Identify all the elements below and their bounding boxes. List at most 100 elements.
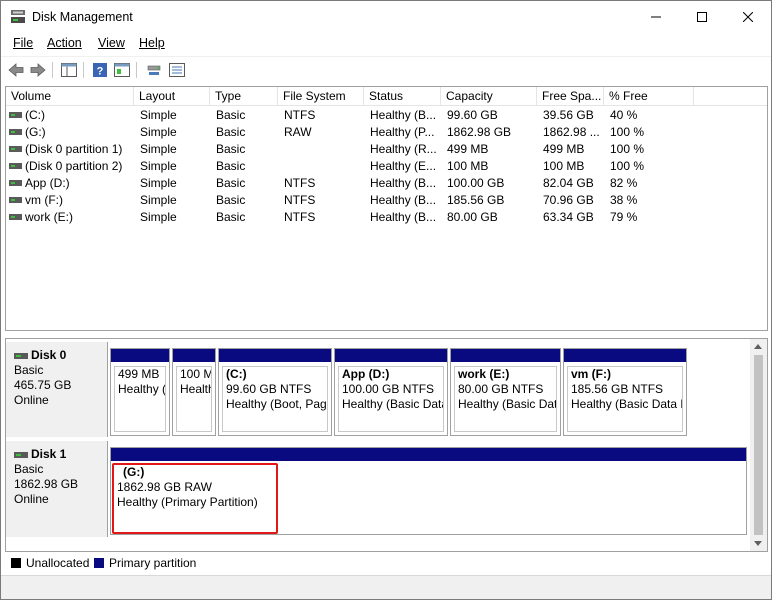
back-icon (8, 63, 24, 77)
vertical-scrollbar[interactable] (750, 339, 767, 551)
primary-partition-bar (173, 349, 215, 362)
show-hide-console-tree-button[interactable] (59, 60, 79, 80)
volume-icon (9, 112, 22, 118)
disk-management-window: Disk Management File Action View Help ? (0, 0, 772, 600)
table-cell: Basic (216, 159, 246, 173)
table-cell: Healthy (B... (370, 108, 437, 122)
partition-f-drive[interactable]: vm (F:) 185.56 GB NTFS Healthy (Basic Da… (563, 348, 687, 436)
partition-label: (C:) 99.60 GB NTFS Healthy (Boot, Pag (222, 366, 328, 432)
status-bar (1, 575, 771, 599)
table-cell: Basic (216, 108, 246, 122)
volume-icon (9, 129, 22, 135)
partition-size: 100.00 GB NTFS (342, 382, 435, 396)
partition-e-drive[interactable]: work (E:) 80.00 GB NTFS Healthy (Basic D… (450, 348, 561, 436)
volume-list[interactable]: Volume Layout Type File System Status Ca… (5, 86, 768, 331)
partition-name: (C:) (226, 367, 247, 381)
menu-view[interactable]: View (98, 36, 125, 50)
column-header-layout[interactable]: Layout (134, 87, 210, 106)
unallocated-swatch (11, 558, 21, 568)
list-view-button[interactable] (167, 60, 187, 80)
disk-0-name: Disk 0 (31, 348, 67, 362)
table-cell: 63.34 GB (543, 210, 594, 224)
primary-partition-swatch (94, 558, 104, 568)
table-row[interactable]: (Disk 0 partition 1) Simple Basic Healthy (… (6, 141, 767, 158)
column-header-volume[interactable]: Volume (6, 87, 134, 106)
table-cell: NTFS (284, 210, 316, 224)
properties-button[interactable] (112, 60, 132, 80)
disk-1-state: Online (14, 492, 49, 506)
menu-action[interactable]: Action (47, 36, 82, 50)
table-cell (284, 141, 362, 158)
disk-1-name: Disk 1 (31, 447, 67, 461)
table-cell: 499 MB (447, 142, 489, 156)
scroll-down-icon[interactable] (754, 541, 762, 546)
title-bar: Disk Management (1, 1, 771, 33)
column-header-capacity[interactable]: Capacity (441, 87, 537, 106)
connect-disk-button[interactable] (144, 60, 164, 80)
partition-size: 499 MB (118, 367, 160, 381)
table-row[interactable]: (C:) Simple Basic NTFS Healthy (B... 99.60 GB… (6, 107, 767, 124)
partition-disk0-2[interactable]: 100 MB Healthy (172, 348, 216, 436)
forward-icon (30, 63, 46, 77)
table-cell: Healthy (B... (370, 210, 437, 224)
partition-status: Healthy (Basic Data F (571, 397, 683, 411)
partition-status: Healthy (Basic Dat (458, 397, 557, 411)
volume-list-header: Volume Layout Type File System Status Ca… (6, 87, 767, 106)
column-header-free-space[interactable]: Free Spa... (537, 87, 604, 106)
table-cell: 82.04 GB (543, 176, 594, 190)
table-cell: Healthy (R... (370, 142, 437, 156)
scroll-up-icon[interactable] (754, 344, 762, 349)
column-header-file-system[interactable]: File System (278, 87, 364, 106)
maximize-icon (697, 12, 707, 22)
partition-disk0-1[interactable]: 499 MB Healthy (R (110, 348, 170, 436)
disk-management-app-icon (11, 10, 25, 23)
column-header-type[interactable]: Type (210, 87, 278, 106)
column-header-status[interactable]: Status (364, 87, 441, 106)
menu-bar: File Action View Help (1, 34, 771, 54)
toolbar: ? (1, 56, 771, 83)
close-icon (743, 12, 753, 22)
table-cell: Simple (140, 159, 177, 173)
highlight-annotation (112, 463, 278, 534)
table-cell: Simple (140, 108, 177, 122)
table-cell: 499 MB (543, 142, 585, 156)
scrollbar-thumb[interactable] (754, 355, 763, 535)
menu-help[interactable]: Help (139, 36, 165, 50)
help-button[interactable]: ? (90, 60, 110, 80)
partition-size: 100 MB (180, 367, 211, 381)
partition-status: Healthy (Boot, Pag (226, 397, 327, 411)
table-cell: Simple (140, 193, 177, 207)
back-button[interactable] (6, 60, 26, 80)
column-header-percent-free[interactable]: % Free (604, 87, 694, 106)
table-row[interactable]: (G:) Simple Basic RAW Healthy (P... 1862.98 G… (6, 124, 767, 141)
forward-button[interactable] (28, 60, 48, 80)
maximize-button[interactable] (679, 1, 725, 33)
legend-label: Primary partition (109, 556, 197, 570)
table-cell: Basic (216, 142, 246, 156)
table-cell: Healthy (E... (370, 159, 437, 173)
svg-text:?: ? (97, 66, 104, 78)
toolbar-separator (52, 62, 53, 78)
disk-0-info[interactable]: Disk 0 Basic 465.75 GB Online (6, 342, 108, 437)
table-row[interactable]: (Disk 0 partition 2) Simple Basic Healthy (… (6, 158, 767, 175)
table-row[interactable]: work (E:) Simple Basic NTFS Healthy (B... 80.… (6, 209, 767, 226)
partition-label: 499 MB Healthy (R (114, 366, 166, 432)
table-cell: 100 MB (543, 159, 585, 173)
table-cell: NTFS (284, 193, 316, 207)
partition-label: work (E:) 80.00 GB NTFS Healthy (Basic D… (454, 366, 557, 432)
table-cell: 100 % (610, 125, 645, 139)
table-cell: Healthy (B... (370, 193, 437, 207)
partition-d-drive[interactable]: App (D:) 100.00 GB NTFS Healthy (Basic D… (334, 348, 448, 436)
partition-c-drive[interactable]: (C:) 99.60 GB NTFS Healthy (Boot, Pag (218, 348, 332, 436)
minimize-button[interactable] (633, 1, 679, 33)
disk-0-type: Basic (14, 363, 44, 377)
close-button[interactable] (725, 1, 771, 33)
menu-file[interactable]: File (13, 36, 33, 50)
table-cell: (Disk 0 partition 2) (25, 159, 123, 173)
table-row[interactable]: vm (F:) Simple Basic NTFS Healthy (B... 185.5… (6, 192, 767, 209)
table-cell: 99.60 GB (447, 108, 498, 122)
window-title: Disk Management (32, 10, 133, 24)
show-hide-console-tree-icon (61, 63, 77, 77)
table-row[interactable]: App (D:) Simple Basic NTFS Healthy (B... 100.… (6, 175, 767, 192)
disk-1-info[interactable]: Disk 1 Basic 1862.98 GB Online (6, 441, 108, 537)
